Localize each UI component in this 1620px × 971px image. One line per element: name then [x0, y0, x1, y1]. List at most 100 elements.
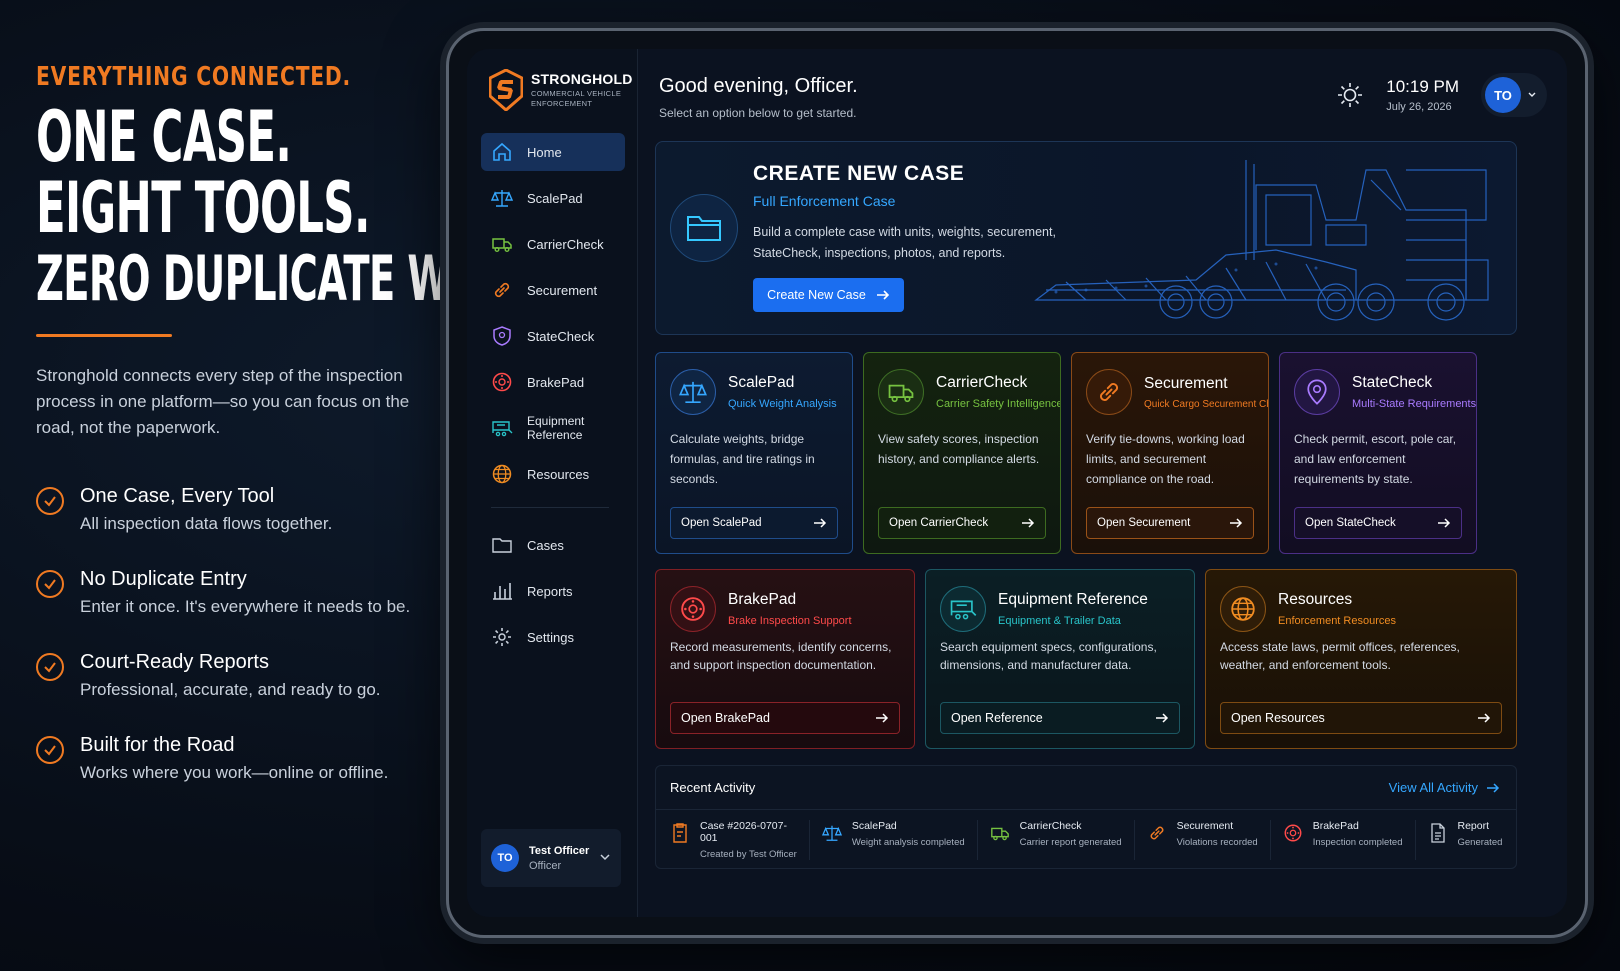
- activity-desc: Inspection completed: [1312, 837, 1403, 848]
- arrow-right-icon: [1022, 518, 1035, 528]
- button-label: Open StateCheck: [1305, 517, 1396, 529]
- account-menu[interactable]: TO: [1481, 73, 1547, 117]
- nav-label: CarrierCheck: [527, 236, 604, 252]
- bar-chart-icon: [493, 583, 512, 600]
- user-profile-menu[interactable]: TO Test Officer Officer: [481, 829, 621, 887]
- nav-item-resources[interactable]: Resources: [481, 455, 625, 493]
- nav-item-home[interactable]: Home: [481, 133, 625, 171]
- button-label: Open CarrierCheck: [889, 517, 989, 529]
- check-icon: [36, 653, 64, 682]
- card-title: Resources: [1278, 591, 1353, 608]
- check-icon: [36, 487, 64, 516]
- primary-nav: Home ScalePad CarrierCheck Securement St…: [467, 133, 637, 656]
- tool-card-carriercheck[interactable]: CarrierCheck Carrier Safety Intelligence …: [863, 352, 1061, 554]
- create-new-case-button[interactable]: Create New Case: [753, 278, 904, 312]
- feature-item: Built for the Road Works where you work—o…: [36, 734, 446, 783]
- activity-item[interactable]: BrakePad Inspection completed: [1283, 820, 1416, 860]
- nav-label: Settings: [527, 629, 574, 645]
- sun-icon[interactable]: [1336, 81, 1364, 109]
- nav-label: Home: [527, 144, 562, 160]
- activity-item[interactable]: Securement Violations recorded: [1147, 820, 1271, 860]
- activity-item[interactable]: CarrierCheck Carrier report generated: [990, 820, 1135, 860]
- button-label: Create New Case: [767, 288, 866, 302]
- tool-card-resources[interactable]: Resources Enforcement Resources Access st…: [1205, 569, 1517, 749]
- nav-item-equipment-reference[interactable]: Equipment Reference: [481, 409, 625, 447]
- brand-logo[interactable]: STRONGHOLD COMMERCIAL VEHICLE ENFORCEMEN…: [467, 49, 637, 111]
- feature-text: Enter it once. It's everywhere it needs …: [80, 597, 411, 617]
- card-description: Calculate weights, bridge formulas, and …: [670, 432, 815, 486]
- open-brakepad-button[interactable]: Open BrakePad: [670, 702, 900, 734]
- feature-item: One Case, Every Tool All inspection data …: [36, 485, 446, 534]
- promo-headline-3: ZERO DUPLICATE WORK.: [36, 241, 554, 315]
- card-title: StateCheck: [1352, 374, 1433, 391]
- activity-divider: [656, 809, 1516, 810]
- brake-icon: [492, 372, 512, 392]
- open-carriercheck-button[interactable]: Open CarrierCheck: [878, 507, 1046, 539]
- tool-card-statecheck[interactable]: StateCheck Multi-State Requirements Check…: [1279, 352, 1477, 554]
- open-scalepad-button[interactable]: Open ScalePad: [670, 507, 838, 539]
- open-statecheck-button[interactable]: Open StateCheck: [1294, 507, 1462, 539]
- arrow-right-icon: [1156, 713, 1169, 723]
- open-reference-button[interactable]: Open Reference: [940, 702, 1180, 734]
- tool-card-brakepad[interactable]: BrakePad Brake Inspection Support Record …: [655, 569, 915, 749]
- truck-icon: [990, 827, 1009, 841]
- feature-list: One Case, Every Tool All inspection data …: [36, 485, 446, 783]
- card-subtitle: Quick Weight Analysis: [728, 398, 837, 410]
- nav-item-statecheck[interactable]: StateCheck: [481, 317, 625, 355]
- nav-item-brakepad[interactable]: BrakePad: [481, 363, 625, 401]
- nav-item-settings[interactable]: Settings: [481, 618, 625, 656]
- nav-label: StateCheck: [527, 328, 595, 344]
- activity-item[interactable]: Case #2026-0707-001 Created by Test Offic…: [670, 820, 810, 860]
- feature-title: One Case, Every Tool: [80, 485, 275, 508]
- promo-headline-2: EIGHT TOOLS.: [36, 167, 370, 250]
- open-resources-button[interactable]: Open Resources: [1220, 702, 1502, 734]
- tool-card-equipment-reference[interactable]: Equipment Reference Equipment & Trailer D…: [925, 569, 1195, 749]
- scale-icon: [670, 369, 716, 415]
- clock: 10:19 PM July 26, 2026: [1386, 77, 1459, 113]
- scale-icon: [821, 825, 842, 841]
- hero-subtitle: Full Enforcement Case: [753, 193, 896, 209]
- card-description: Access state laws, permit offices, refer…: [1220, 640, 1460, 672]
- view-all-activity-link[interactable]: View All Activity: [1389, 780, 1500, 795]
- recent-activity-panel: Recent Activity View All Activity Case #…: [655, 765, 1517, 869]
- greeting: Good evening, Officer. Select an option …: [659, 75, 858, 120]
- activity-item[interactable]: ScalePad Weight analysis completed: [821, 820, 978, 860]
- open-securement-button[interactable]: Open Securement: [1086, 507, 1254, 539]
- trailer-icon: [492, 421, 513, 437]
- nav-item-reports[interactable]: Reports: [481, 572, 625, 610]
- nav-label: Securement: [527, 282, 598, 298]
- nav-item-carriercheck[interactable]: CarrierCheck: [481, 225, 625, 263]
- nav-item-scalepad[interactable]: ScalePad: [481, 179, 625, 217]
- nav-item-securement[interactable]: Securement: [481, 271, 625, 309]
- card-subtitle: Carrier Safety Intelligence: [936, 398, 1061, 410]
- button-label: Open Resources: [1231, 711, 1325, 725]
- promo-eyebrow: EVERYTHING CONNECTED.: [36, 62, 352, 92]
- tool-card-securement[interactable]: Securement Quick Cargo Securement Check V…: [1071, 352, 1269, 554]
- globe-icon: [492, 464, 512, 484]
- nav-label: BrakePad: [527, 374, 585, 390]
- card-title: BrakePad: [728, 591, 797, 608]
- activity-item[interactable]: Report Generated: [1428, 820, 1515, 860]
- truck-icon: [878, 369, 924, 415]
- nav-label: Reports: [527, 583, 573, 599]
- tool-cards-row-2: BrakePad Brake Inspection Support Record …: [655, 569, 1517, 749]
- activity-desc: Carrier report generated: [1019, 837, 1122, 848]
- button-label: Open Securement: [1097, 517, 1191, 529]
- create-case-banner: CREATE NEW CASE Full Enforcement Case Bu…: [655, 141, 1517, 335]
- card-subtitle: Multi-State Requirements: [1352, 398, 1477, 410]
- nav-item-cases[interactable]: Cases: [481, 526, 625, 564]
- card-subtitle: Quick Cargo Securement Check: [1144, 398, 1268, 410]
- card-subtitle: Enforcement Resources: [1278, 615, 1396, 627]
- card-description: View safety scores, inspection history, …: [878, 432, 1040, 466]
- activity-desc: Generated: [1457, 837, 1503, 848]
- tablet-frame: STRONGHOLD COMMERCIAL VEHICLE ENFORCEMEN…: [446, 28, 1588, 938]
- card-subtitle: Equipment & Trailer Data: [998, 615, 1121, 627]
- feature-text: All inspection data flows together.: [80, 514, 333, 534]
- arrow-right-icon: [876, 290, 889, 300]
- tool-card-scalepad[interactable]: ScalePad Quick Weight Analysis Calculate …: [655, 352, 853, 554]
- card-description: Verify tie-downs, working load limits, a…: [1086, 432, 1245, 486]
- arrow-right-icon: [1487, 782, 1500, 793]
- current-time: 10:19 PM: [1386, 77, 1459, 96]
- activity-name: Securement: [1176, 820, 1234, 832]
- main-content: Good evening, Officer. Select an option …: [638, 49, 1567, 917]
